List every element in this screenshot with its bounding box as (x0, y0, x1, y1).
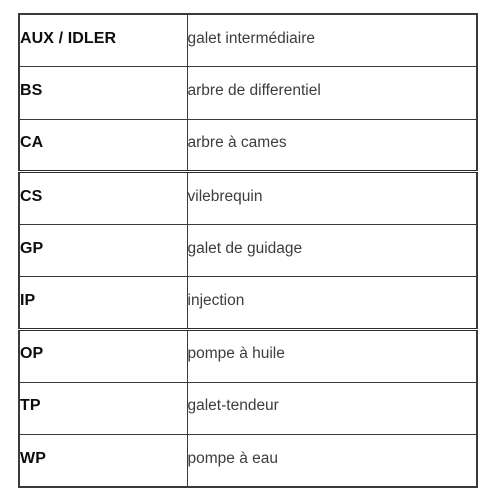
table-row: OP pompe à huile (19, 329, 477, 383)
abbreviation-cell: CA (19, 119, 188, 174)
term-cell: injection (187, 276, 477, 332)
abbreviation-cell: CS (19, 171, 188, 225)
abbreviation-cell: OP (19, 329, 188, 383)
term-cell: galet-tendeur (187, 382, 477, 436)
abbreviation-cell: GP (19, 224, 188, 278)
abbreviation-cell: IP (19, 276, 188, 332)
table-row: BS arbre de differentiel (19, 66, 477, 120)
term-cell: vilebrequin (187, 171, 477, 225)
term-cell: galet intermédiaire (187, 14, 477, 68)
table-row: IP injection (19, 276, 477, 332)
table-row: CA arbre à cames (19, 119, 477, 174)
term-cell: arbre à cames (187, 119, 477, 174)
table-row: AUX / IDLER galet intermédiaire (19, 14, 477, 68)
term-cell: arbre de differentiel (187, 66, 477, 120)
term-cell: galet de guidage (187, 224, 477, 278)
term-cell: pompe à eau (187, 434, 477, 488)
abbreviation-cell: AUX / IDLER (19, 14, 188, 68)
table-body: AUX / IDLER galet intermédiaire BS arbre de… (19, 14, 477, 488)
abbreviation-cell: TP (19, 382, 188, 436)
glossary-table-container: AUX / IDLER galet intermédiaire BS arbre de… (18, 13, 478, 489)
term-cell: pompe à huile (187, 329, 477, 383)
abbreviation-cell: WP (19, 434, 188, 488)
table-row: TP galet-tendeur (19, 382, 477, 436)
table-row: WP pompe à eau (19, 434, 477, 488)
table-row: GP galet de guidage (19, 224, 477, 278)
table-row: CS vilebrequin (19, 171, 477, 225)
abbreviation-glossary-table: AUX / IDLER galet intermédiaire BS arbre de… (18, 13, 478, 489)
abbreviation-cell: BS (19, 66, 188, 120)
